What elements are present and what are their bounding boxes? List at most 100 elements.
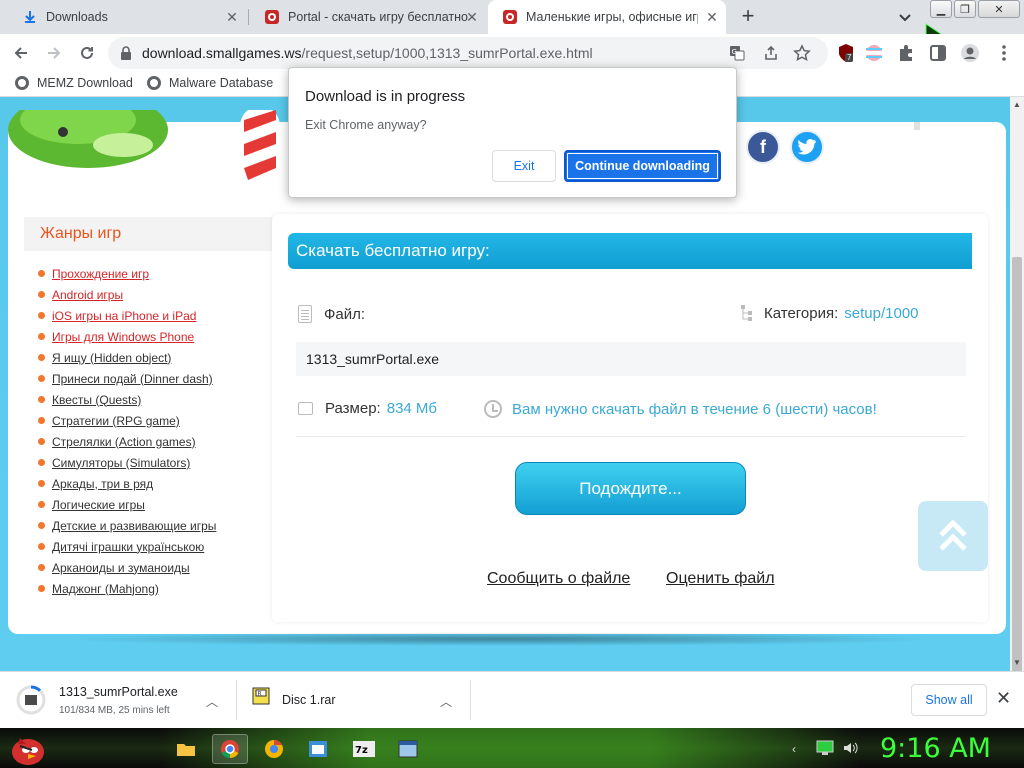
genre-link[interactable]: Android игры xyxy=(52,288,123,302)
url-text[interactable]: download.smallgames.ws/request,setup/100… xyxy=(142,45,593,61)
browser-icon xyxy=(265,740,283,758)
wait-download-button[interactable]: Подождите... xyxy=(515,462,746,515)
genre-item[interactable]: Маджонг (Mahjong) xyxy=(24,578,279,599)
genre-link[interactable]: Маджонг (Mahjong) xyxy=(52,582,159,596)
tab-downloads[interactable]: Downloads ✕ xyxy=(8,0,246,34)
report-file-link[interactable]: Сообщить о файле xyxy=(487,570,630,588)
genre-item[interactable]: iOS игры на iPhone и iPad xyxy=(24,305,279,326)
chevron-up-icon[interactable]: ︿ xyxy=(440,693,452,710)
genre-link[interactable]: Прохождение игр xyxy=(52,267,149,281)
shelf-separator xyxy=(470,680,471,720)
close-tab-icon[interactable]: ✕ xyxy=(464,9,480,25)
sidepanel-icon[interactable] xyxy=(928,43,948,63)
start-button-angry-bird-icon[interactable] xyxy=(6,730,48,766)
shelf-separator xyxy=(236,680,237,720)
rate-file-link[interactable]: Оценить файл xyxy=(666,570,775,588)
close-tab-icon[interactable]: ✕ xyxy=(224,9,240,25)
genre-item[interactable]: Логические игры xyxy=(24,494,279,515)
bird-icon xyxy=(797,139,816,155)
genre-item[interactable]: Игры для Windows Phone xyxy=(24,326,279,347)
genre-item[interactable]: Арканоиды и зуманоиды xyxy=(24,557,279,578)
new-tab-button[interactable]: + xyxy=(736,5,760,29)
restore-button[interactable]: ❐ xyxy=(954,0,976,18)
download-item[interactable]: R Disc 1.rar ︿ xyxy=(244,679,466,721)
volume-icon[interactable] xyxy=(842,740,858,756)
share-icon[interactable] xyxy=(762,44,780,62)
tab-smallgames[interactable]: Маленькие игры, офисные игр ✕ xyxy=(488,0,726,34)
translate-icon[interactable]: G xyxy=(728,44,746,62)
genre-link[interactable]: Арканоиды и зуманоиды xyxy=(52,561,190,575)
genre-item[interactable]: Android игры xyxy=(24,284,279,305)
genre-item[interactable]: Прохождение игр xyxy=(24,263,279,284)
svg-text:R: R xyxy=(258,691,262,698)
clock-icon xyxy=(484,400,502,418)
close-tab-icon[interactable]: ✕ xyxy=(704,9,720,25)
twitter-icon[interactable] xyxy=(790,130,824,164)
close-shelf-icon[interactable]: ✕ xyxy=(996,688,1011,709)
window-close-button[interactable]: ✕ xyxy=(978,0,1020,18)
genre-link[interactable]: Дитячі іграшки українською xyxy=(52,540,204,554)
extension-flag-icon[interactable] xyxy=(864,43,884,63)
genre-link[interactable]: Стратегии (RPG game) xyxy=(52,414,180,428)
taskbar-clock[interactable]: 9:16 AM xyxy=(880,733,991,764)
size-row: Размер: 834 Мб xyxy=(298,400,437,417)
page-scrollbar[interactable]: ▲ ▼ xyxy=(1010,97,1024,677)
back-button[interactable] xyxy=(9,41,33,65)
address-bar[interactable]: download.smallgames.ws/request,setup/100… xyxy=(108,37,828,69)
genre-item[interactable]: Принеси подай (Dinner dash) xyxy=(24,368,279,389)
puzzle-icon[interactable] xyxy=(896,43,916,63)
genre-link[interactable]: Детские и развивающие игры xyxy=(52,519,216,533)
genre-item[interactable]: Стрелялки (Action games) xyxy=(24,431,279,452)
time-notice-row: Вам нужно скачать файл в течение 6 (шест… xyxy=(484,400,877,418)
show-all-button[interactable]: Show all xyxy=(911,684,987,716)
genre-link[interactable]: iOS игры на iPhone и iPad xyxy=(52,309,196,323)
bookmark-malware-database[interactable]: Malware Database xyxy=(147,76,273,90)
scroll-to-top-button[interactable] xyxy=(918,501,988,571)
genre-item[interactable]: Детские и развивающие игры xyxy=(24,515,279,536)
facebook-icon[interactable]: f xyxy=(746,130,780,164)
ublock-extension-icon[interactable]: 7 xyxy=(836,43,856,63)
genre-link[interactable]: Принеси подай (Dinner dash) xyxy=(52,372,213,386)
genre-link[interactable]: Симуляторы (Simulators) xyxy=(52,456,190,470)
tab-title: Маленькие игры, офисные игр xyxy=(526,10,698,24)
taskbar-app[interactable] xyxy=(300,734,336,764)
genre-item[interactable]: Я ищу (Hidden object) xyxy=(24,347,279,368)
forward-button[interactable] xyxy=(42,41,66,65)
scrollbar-thumb[interactable] xyxy=(1012,257,1022,677)
genre-item[interactable]: Стратегии (RPG game) xyxy=(24,410,279,431)
continue-downloading-button[interactable]: Continue downloading xyxy=(564,150,721,182)
category-link[interactable]: setup/1000 xyxy=(844,305,918,322)
taskbar-chrome[interactable] xyxy=(212,734,248,764)
taskbar-window[interactable] xyxy=(390,734,426,764)
download-item[interactable]: 1313_sumrPortal.exe 101/834 MB, 25 mins … xyxy=(10,679,232,721)
taskbar-7zip[interactable]: 7z xyxy=(346,734,382,764)
kebab-menu-icon[interactable] xyxy=(994,43,1014,63)
genre-item[interactable]: Квесты (Quests) xyxy=(24,389,279,410)
bookmark-memz[interactable]: MEMZ Download xyxy=(15,76,133,90)
network-icon[interactable] xyxy=(816,740,834,756)
scroll-down-arrow-icon[interactable]: ▼ xyxy=(1013,658,1021,667)
genre-item[interactable]: Аркады, три в ряд xyxy=(24,473,279,494)
reload-button[interactable] xyxy=(75,41,99,65)
genre-link[interactable]: Игры для Windows Phone xyxy=(52,330,194,344)
genre-link[interactable]: Я ищу (Hidden object) xyxy=(52,351,171,365)
scroll-up-arrow-icon[interactable]: ▲ xyxy=(1013,100,1021,109)
tray-chevron-icon[interactable]: ‹ xyxy=(792,742,796,756)
genre-link[interactable]: Стрелялки (Action games) xyxy=(52,435,196,449)
genre-link[interactable]: Квесты (Quests) xyxy=(52,393,141,407)
chevron-up-icon[interactable]: ︿ xyxy=(206,693,218,710)
tab-portal[interactable]: Portal - скачать игру бесплатно ✕ xyxy=(250,0,486,34)
exit-button[interactable]: Exit xyxy=(492,150,556,182)
genre-link[interactable]: Аркады, три в ряд xyxy=(52,477,153,491)
minimize-button[interactable]: ▁ xyxy=(930,0,952,18)
taskbar-explorer[interactable] xyxy=(168,734,204,764)
star-icon[interactable] xyxy=(793,44,811,62)
window-app-icon xyxy=(309,741,327,757)
genre-link[interactable]: Логические игры xyxy=(52,498,145,512)
taskbar-chrome-alt[interactable] xyxy=(256,734,292,764)
genre-item[interactable]: Симуляторы (Simulators) xyxy=(24,452,279,473)
profile-avatar-icon[interactable] xyxy=(960,43,980,63)
chevron-down-icon[interactable] xyxy=(896,8,914,26)
lock-icon[interactable] xyxy=(120,46,132,60)
genre-item[interactable]: Дитячі іграшки українською xyxy=(24,536,279,557)
